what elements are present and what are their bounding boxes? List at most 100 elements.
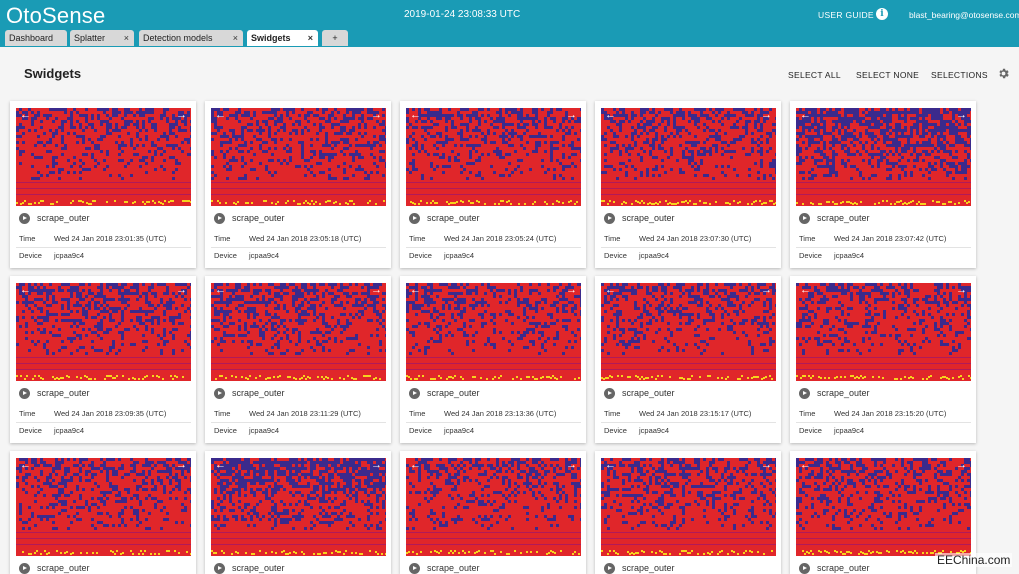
swidget-name: scrape_outer [37,388,90,398]
spectrogram[interactable]: ← → [406,283,581,381]
arrow-right-icon[interactable]: → [566,110,577,121]
arrow-left-icon[interactable]: ← [215,460,226,471]
user-guide-link[interactable]: USER GUIDE [818,10,874,20]
spectrogram[interactable]: ← → [16,108,191,206]
arrow-right-icon[interactable]: → [761,110,772,121]
play-icon[interactable] [409,388,420,399]
arrow-left-icon[interactable]: ← [410,460,421,471]
arrow-left-icon[interactable]: ← [800,285,811,296]
arrow-left-icon[interactable]: ← [215,110,226,121]
spectrogram[interactable]: ← → [601,458,776,556]
play-icon[interactable] [604,388,615,399]
spectrogram[interactable]: ← → [601,108,776,206]
clock: 2019-01-24 23:08:33 UTC [404,9,521,20]
spectrogram[interactable]: ← → [601,283,776,381]
tab-detection-models[interactable]: Detection models × [139,30,243,46]
play-icon[interactable] [19,388,30,399]
device-value: jcpaa9c4 [249,426,280,435]
swidget-name: scrape_outer [427,213,480,223]
spectrogram[interactable]: ← → [406,108,581,206]
arrow-right-icon[interactable]: → [956,285,967,296]
play-icon[interactable] [604,213,615,224]
play-icon[interactable] [214,563,225,574]
arrow-right-icon[interactable]: → [371,110,382,121]
arrow-right-icon[interactable]: → [566,285,577,296]
swidget-card[interactable]: ← → scrape_outer Time Wed 24 Jan 2018 23:05:… [400,101,586,268]
arrow-left-icon[interactable]: ← [410,110,421,121]
close-icon[interactable]: × [124,30,129,46]
play-icon[interactable] [214,388,225,399]
arrow-right-icon[interactable]: → [761,285,772,296]
arrow-right-icon[interactable]: → [371,460,382,471]
play-icon[interactable] [799,563,810,574]
spectrogram[interactable]: ← → [796,283,971,381]
time-row: Time Wed 24 Jan 2018 23:05:18 (UTC) [211,231,386,248]
swidget-card[interactable]: ← → scrape_outer Time Wed 24 Jan 2018 23:01:… [10,101,196,268]
swidget-card[interactable]: ← → scrape_outer Time Wed 24 Jan 2018 23:15:… [790,276,976,443]
swidget-card[interactable]: ← → scrape_outer [400,451,586,574]
play-icon[interactable] [19,563,30,574]
arrow-left-icon[interactable]: ← [800,110,811,121]
play-icon[interactable] [409,213,420,224]
app-logo: OtoSense [6,3,106,28]
close-icon[interactable]: × [233,30,238,46]
arrow-right-icon[interactable]: → [176,460,187,471]
tab-swidgets[interactable]: Swidgets × [247,30,318,46]
tab-dashboard[interactable]: Dashboard [5,30,67,46]
spectrogram[interactable]: ← → [211,108,386,206]
play-icon[interactable] [799,388,810,399]
arrow-left-icon[interactable]: ← [20,285,31,296]
swidget-card[interactable]: ← → scrape_outer Time Wed 24 Jan 2018 23:07:… [595,101,781,268]
arrow-right-icon[interactable]: → [371,285,382,296]
arrow-left-icon[interactable]: ← [605,110,616,121]
swidget-card[interactable]: ← → scrape_outer [595,451,781,574]
play-icon[interactable] [214,213,225,224]
play-icon[interactable] [19,213,30,224]
select-all-button[interactable]: SELECT ALL [788,70,841,80]
arrow-right-icon[interactable]: → [566,460,577,471]
arrow-right-icon[interactable]: → [956,110,967,121]
swidget-card[interactable]: ← → scrape_outer Time Wed 24 Jan 2018 23:13:… [400,276,586,443]
swidget-card[interactable]: ← → scrape_outer [205,451,391,574]
gear-icon[interactable] [997,67,1010,80]
time-value: Wed 24 Jan 2018 23:07:42 (UTC) [834,234,947,243]
arrow-left-icon[interactable]: ← [20,460,31,471]
play-icon[interactable] [604,563,615,574]
spectrogram[interactable]: ← → [406,458,581,556]
select-none-button[interactable]: SELECT NONE [856,70,919,80]
swidget-card[interactable]: ← → scrape_outer Time Wed 24 Jan 2018 23:05:… [205,101,391,268]
spectrogram[interactable]: ← → [796,108,971,206]
swidget-card[interactable]: ← → scrape_outer Time Wed 24 Jan 2018 23:11:… [205,276,391,443]
tab-label: Dashboard [9,33,54,43]
spectrogram[interactable]: ← → [211,283,386,381]
spectrogram[interactable]: ← → [16,458,191,556]
arrow-left-icon[interactable]: ← [410,285,421,296]
arrow-left-icon[interactable]: ← [20,110,31,121]
swidget-name: scrape_outer [37,213,90,223]
selections-button[interactable]: SELECTIONS [931,70,988,80]
arrow-right-icon[interactable]: → [176,110,187,121]
swidget-card[interactable]: ← → scrape_outer Time Wed 24 Jan 2018 23:09:… [10,276,196,443]
swidget-card[interactable]: ← → scrape_outer Time Wed 24 Jan 2018 23:15:… [595,276,781,443]
spectrogram[interactable]: ← → [211,458,386,556]
close-icon[interactable]: × [308,30,313,46]
tab-splatter[interactable]: Splatter × [70,30,134,46]
swidget-card[interactable]: ← → scrape_outer [10,451,196,574]
arrow-right-icon[interactable]: → [761,460,772,471]
play-icon[interactable] [409,563,420,574]
add-tab-button[interactable]: + [322,30,348,46]
arrow-left-icon[interactable]: ← [800,460,811,471]
device-label: Device [214,426,237,435]
arrow-right-icon[interactable]: → [956,460,967,471]
arrow-right-icon[interactable]: → [176,285,187,296]
spectrogram[interactable]: ← → [796,458,971,556]
swidget-card[interactable]: ← → scrape_outer Time Wed 24 Jan 2018 23:07:… [790,101,976,268]
arrow-left-icon[interactable]: ← [215,285,226,296]
play-icon[interactable] [799,213,810,224]
info-icon[interactable]: i [876,8,888,20]
arrow-left-icon[interactable]: ← [605,460,616,471]
spectrogram[interactable]: ← → [16,283,191,381]
arrow-left-icon[interactable]: ← [605,285,616,296]
user-email[interactable]: blast_bearing@otosense.com [909,10,1019,20]
swidget-name: scrape_outer [427,388,480,398]
